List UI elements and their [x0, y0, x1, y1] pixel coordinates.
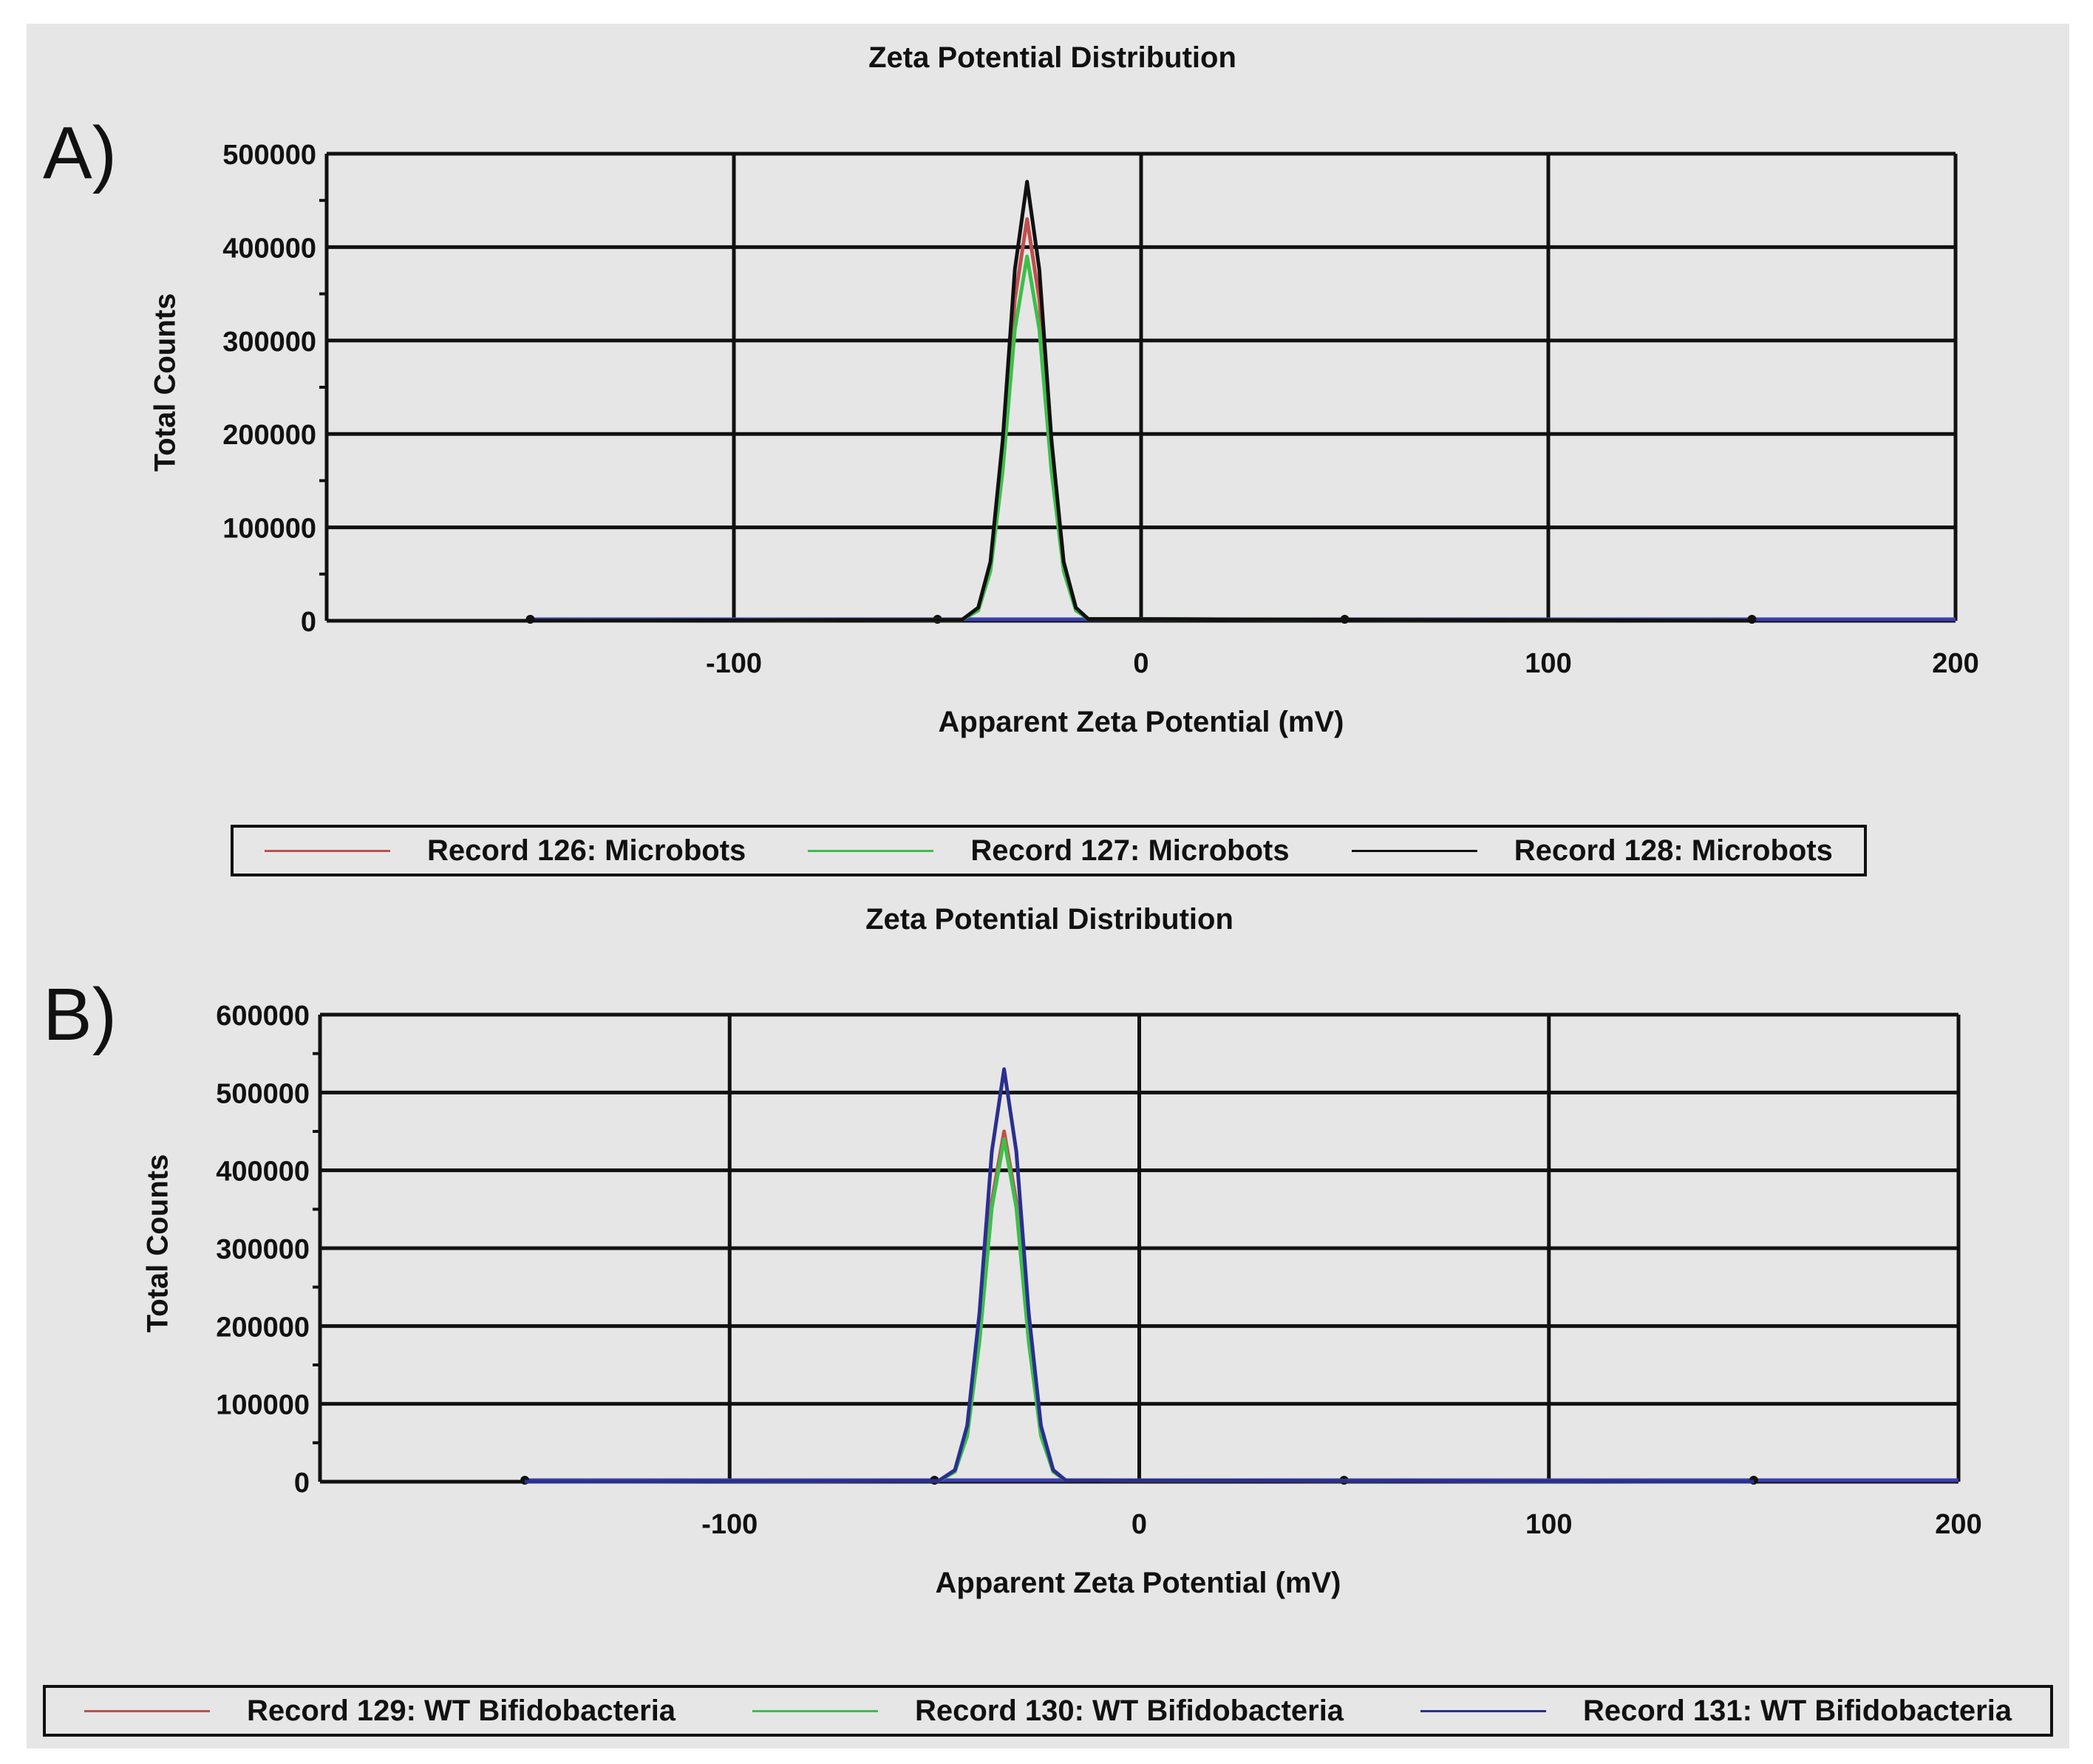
x-tick-label: 200 — [1932, 648, 1978, 679]
y-tick-label: 400000 — [216, 1157, 310, 1188]
x-tick-label: 100 — [1525, 648, 1571, 679]
y-tick-label: 200000 — [222, 420, 316, 451]
x-tick-label: 0 — [1131, 1509, 1147, 1540]
x-tick-label: 100 — [1525, 1509, 1572, 1540]
y-tick-label: 100000 — [216, 1390, 310, 1421]
y-tick-label: 300000 — [222, 327, 316, 358]
chart-a: 0 100000 200000 300000 400000 500000 -100 0 100 2… — [222, 140, 1979, 679]
x-tick-label: -100 — [706, 648, 762, 679]
y-tick-label: 600000 — [216, 1001, 310, 1032]
y-tick-label: 200000 — [216, 1312, 310, 1343]
x-tick-label: 200 — [1935, 1509, 1981, 1540]
y-tick-label: 500000 — [222, 140, 316, 171]
y-tick-label: 400000 — [222, 233, 316, 264]
y-tick-label: 0 — [294, 1468, 310, 1499]
y-tick-label: 100000 — [222, 514, 316, 545]
x-tick-label: -100 — [701, 1509, 758, 1540]
chart-b: 0 100000 200000 300000 400000 500000 600000 -10… — [216, 1001, 1982, 1540]
x-tick-label: 0 — [1133, 648, 1148, 679]
y-tick-label: 500000 — [216, 1078, 310, 1109]
y-tick-label: 300000 — [216, 1234, 310, 1265]
y-tick-label: 0 — [301, 607, 316, 638]
plots-canvas: 0 100000 200000 300000 400000 500000 -100 0 100 2… — [216, 140, 1982, 1540]
